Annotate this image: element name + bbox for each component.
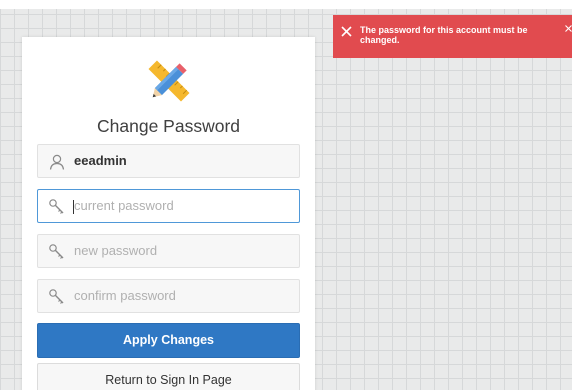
pencil-ruler-cross-icon: [148, 60, 190, 102]
current-password-field[interactable]: current password: [37, 189, 300, 223]
page-title: Change Password: [97, 116, 240, 136]
change-password-card: Change Password eeadmin current password…: [22, 37, 315, 390]
username-field[interactable]: eeadmin: [37, 144, 300, 178]
confirm-password-placeholder: confirm password: [74, 288, 176, 303]
close-icon[interactable]: [565, 25, 572, 32]
apply-changes-button[interactable]: Apply Changes: [37, 323, 300, 358]
error-alert: The password for this account must be ch…: [333, 15, 572, 58]
user-icon: [49, 154, 65, 170]
key-icon: [49, 289, 64, 304]
confirm-password-field[interactable]: confirm password: [37, 279, 300, 313]
key-icon: [49, 199, 64, 214]
alert-message: The password for this account must be ch…: [360, 25, 528, 45]
new-password-placeholder: new password: [74, 243, 158, 258]
return-to-sign-in-button[interactable]: Return to Sign In Page: [37, 363, 300, 390]
current-password-placeholder: current password: [74, 198, 174, 213]
key-icon: [49, 244, 64, 259]
new-password-field[interactable]: new password: [37, 234, 300, 268]
error-x-icon: [341, 26, 352, 37]
top-bar: [0, 0, 572, 9]
username-value: eeadmin: [74, 153, 127, 168]
